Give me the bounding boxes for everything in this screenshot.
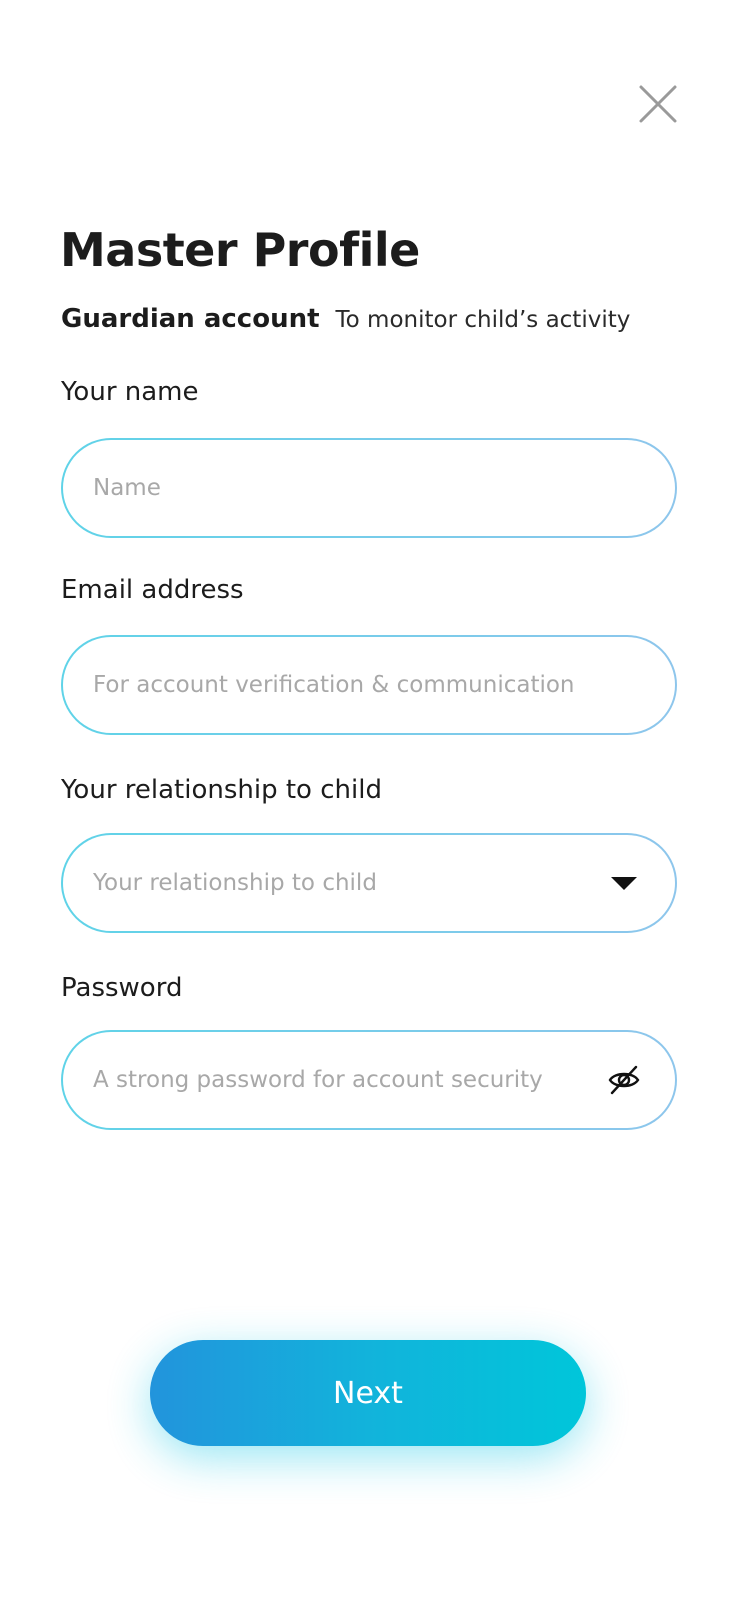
relationship-select-value: Your relationship to child <box>93 870 377 896</box>
page-title: Master Profile <box>60 223 420 277</box>
account-type-label: Guardian account <box>61 304 320 334</box>
account-type-description: To monitor child’s activity <box>335 307 631 333</box>
name-label: Your name <box>61 377 199 407</box>
relationship-label: Your relationship to child <box>61 775 382 805</box>
password-field[interactable] <box>61 1030 677 1130</box>
close-icon <box>639 85 677 123</box>
password-label: Password <box>61 973 183 1003</box>
password-input[interactable] <box>93 1067 607 1093</box>
name-field[interactable] <box>61 438 677 538</box>
relationship-select[interactable]: Your relationship to child <box>61 833 677 933</box>
subtitle: Guardian account To monitor child’s acti… <box>61 304 630 334</box>
next-button[interactable]: Next <box>150 1340 586 1446</box>
name-input[interactable] <box>93 475 645 501</box>
email-label: Email address <box>61 575 244 605</box>
master-profile-screen: Master Profile Guardian account To monit… <box>0 0 738 1600</box>
chevron-down-icon[interactable] <box>609 873 639 893</box>
eye-off-icon[interactable] <box>607 1063 641 1097</box>
email-field[interactable] <box>61 635 677 735</box>
close-button[interactable] <box>638 84 678 124</box>
email-input[interactable] <box>93 672 645 698</box>
